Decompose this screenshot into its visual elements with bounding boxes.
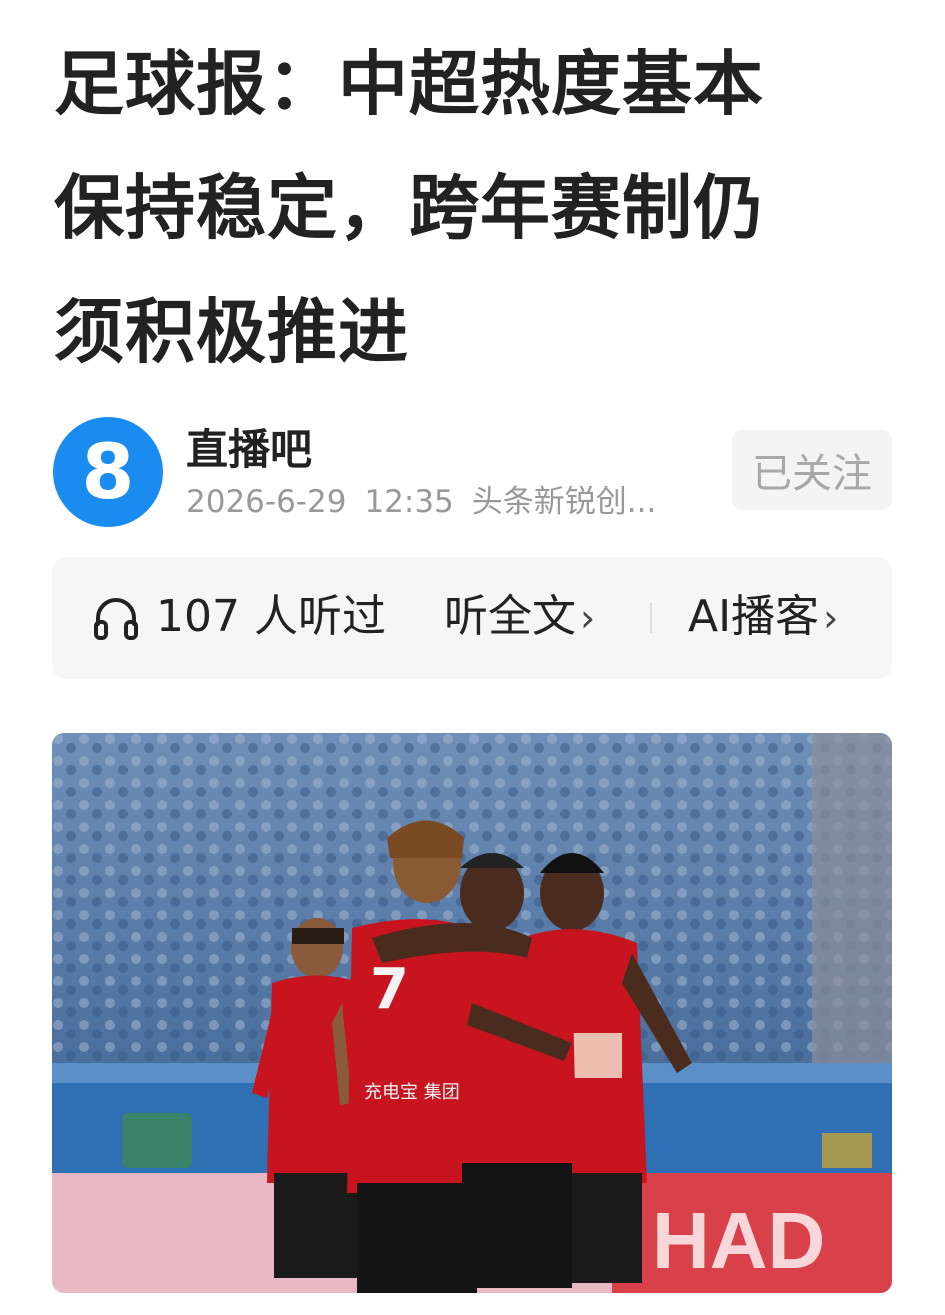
ad-board-text: HAD [652, 1196, 825, 1285]
title-line-3: 须积极推进 [54, 291, 409, 373]
author-source: 头条新锐创... [471, 484, 657, 520]
photo-scene: HAD 7 充电宝 集团 [52, 733, 892, 1293]
listen-full-text-label: 听全文 [444, 591, 576, 642]
ai-podcast-button[interactable]: AI播客 › [688, 587, 838, 648]
listen-bar: 107 人听过 听全文 › AI播客 › [52, 557, 892, 679]
jersey-sponsor: 充电宝 集团 [364, 1082, 460, 1103]
title-line-2: 保持稳定，跨年赛制仍 [54, 167, 764, 249]
title-line-1: 足球报：中超热度基本 [54, 43, 764, 125]
divider [650, 603, 652, 633]
article-page: 足球报：中超热度基本 保持稳定，跨年赛制仍 须积极推进 8 直播吧 2026-6… [0, 0, 945, 1315]
listen-count: 107 人听过 [156, 591, 386, 642]
author-name[interactable]: 直播吧 [186, 424, 312, 476]
article-title: 足球报：中超热度基本 保持稳定，跨年赛制仍 须积极推进 [54, 22, 894, 394]
chevron-right-icon: › [580, 596, 596, 640]
article-photo[interactable]: HAD 7 充电宝 集团 [52, 733, 892, 1293]
headphones-icon [94, 598, 138, 640]
avatar-text: 8 [82, 427, 135, 516]
author-meta: 2026-6-29 12:35 头条新锐创... [186, 482, 674, 522]
follow-button[interactable]: 已关注 [732, 430, 892, 510]
ai-podcast-label: AI播客 [688, 591, 820, 642]
author-avatar[interactable]: 8 [52, 416, 164, 528]
chevron-right-icon: › [823, 596, 839, 640]
publish-date: 2026-6-29 [186, 484, 347, 520]
listen-full-text-button[interactable]: 听全文 › [444, 587, 595, 648]
author-row: 8 直播吧 2026-6-29 12:35 头条新锐创... 已关注 [52, 414, 892, 528]
publish-time: 12:35 [364, 484, 454, 520]
jersey-number: 7 [370, 957, 409, 1022]
